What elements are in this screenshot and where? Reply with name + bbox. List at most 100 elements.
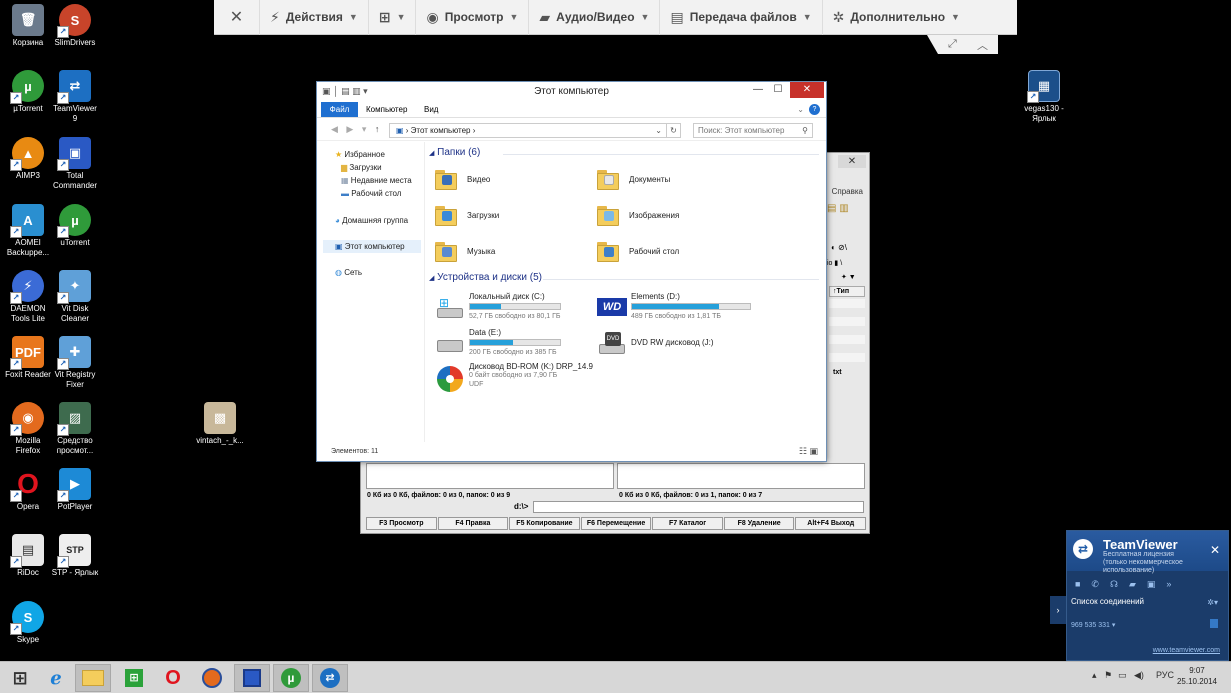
start-button[interactable]: ⊞ xyxy=(2,664,38,692)
volume-icon[interactable]: ◀) xyxy=(1134,670,1144,681)
nav-desktop[interactable]: ▬ Рабочий стол xyxy=(341,189,401,198)
extra-menu[interactable]: ✲ Дополнительно ▼ xyxy=(823,0,970,35)
drive-j[interactable]: DVD DVD RW дисковод (J:) xyxy=(597,328,777,360)
tc-column-type[interactable]: ↑Тип xyxy=(829,286,865,297)
desktop-icon-vintach[interactable]: ▩ vintach_-_k... xyxy=(192,402,248,446)
tray-overflow-icon[interactable]: ▴ xyxy=(1092,670,1097,681)
desktop-icon-vit-registry-fixer[interactable]: ✚ Vit Registry Fixer xyxy=(47,336,103,390)
tab-computer[interactable]: Компьютер xyxy=(366,102,407,117)
desktop-icon-teamviewer[interactable]: ⇄ TeamViewer 9 xyxy=(47,70,103,124)
taskbar-ie[interactable]: ℯ xyxy=(38,664,74,692)
desktop-icon-vit-disk-cleaner[interactable]: ✦ Vit Disk Cleaner xyxy=(47,270,103,324)
nav-homegroup[interactable]: ◕ Домашняя группа xyxy=(335,216,408,225)
photo-viewer-icon: ▨ xyxy=(57,402,91,436)
taskbar-total-commander[interactable] xyxy=(234,664,270,692)
close-session-button[interactable]: ✕ xyxy=(214,0,260,35)
desktop-icon-photo-viewer[interactable]: ▨ Средство просмот... xyxy=(47,402,103,456)
drive-e[interactable]: Data (E:) 200 ГБ свободно из 385 ГБ xyxy=(435,328,595,360)
tc-toolbar-icons[interactable]: ▤ ▥ xyxy=(827,203,849,214)
drive-k[interactable]: Дисковод BD-ROM (K:) DRP_14.9 0 байт сво… xyxy=(435,362,635,398)
tc-right-pane[interactable] xyxy=(617,463,865,489)
folders-group-header[interactable]: ◢ Папки (6) xyxy=(429,147,480,158)
tc-f7-button[interactable]: F7 Каталог xyxy=(652,517,723,530)
folder-video[interactable]: Видео xyxy=(435,164,490,194)
taskbar-opera[interactable]: O xyxy=(155,664,191,692)
folder-downloads[interactable]: Загрузки xyxy=(435,200,499,230)
folder-desktop[interactable]: Рабочий стол xyxy=(597,236,679,266)
flag-icon[interactable]: ⚑ xyxy=(1104,670,1112,681)
session-action-button[interactable] xyxy=(1210,619,1218,628)
tc-command-input[interactable] xyxy=(533,501,864,513)
chevron-down-icon[interactable]: ⌄ xyxy=(655,124,662,137)
teamviewer-close-icon[interactable]: ✕ xyxy=(1210,543,1220,557)
tc-f8-button[interactable]: F8 Удаление xyxy=(723,517,795,530)
view-menu[interactable]: ◉ Просмотр ▼ xyxy=(416,0,530,35)
computer-icon: ▣ xyxy=(335,242,343,251)
help-icon[interactable]: ? xyxy=(809,104,820,115)
tc-drive-buttons[interactable]: ◐ ⊘\ xyxy=(831,243,847,252)
audio-video-menu[interactable]: ▰ Аудио/Видео ▼ xyxy=(529,0,661,35)
tc-menu-help[interactable]: Справка xyxy=(832,187,863,196)
explorer-window[interactable]: Этот компьютер ▣ │ ▤ ▥ ▾ — ☐ ✕ Файл Комп… xyxy=(316,81,827,462)
devices-group-header[interactable]: ◢ Устройства и диски (5) xyxy=(429,272,542,283)
back-forward-buttons[interactable]: ◀ ▶ ▾ ↑ xyxy=(331,124,382,135)
drive-c[interactable]: ⊞ Локальный диск (C:) 52,7 ГБ свободно и… xyxy=(435,292,595,324)
taskbar-utorrent[interactable]: µ xyxy=(273,664,309,692)
desktop-icon-potplayer[interactable]: ▶ PotPlayer xyxy=(47,468,103,512)
taskbar-teamviewer[interactable]: ⇄ xyxy=(312,664,348,692)
nav-network[interactable]: ◍ Сеть xyxy=(335,268,362,277)
address-bar[interactable]: ▣ › Этот компьютер › ⌄ xyxy=(389,123,667,138)
folder-pictures[interactable]: Изображения xyxy=(597,200,679,230)
desktop-icon-skype[interactable]: S Skype xyxy=(0,601,56,645)
tc-sort-buttons[interactable]: ✦ ▼ xyxy=(841,273,856,281)
taskbar-store[interactable]: ⊞ xyxy=(116,664,152,692)
chevron-down-icon[interactable]: ⌄ xyxy=(797,102,804,117)
tab-view[interactable]: Вид xyxy=(424,102,438,117)
desktop-icon-total-commander[interactable]: ▣ Total Commander xyxy=(47,137,103,191)
tc-path-label: іо ▮ \ xyxy=(827,260,843,267)
tc-close-button[interactable]: ✕ xyxy=(838,155,866,168)
group-divider xyxy=(543,279,819,280)
refresh-icon[interactable]: ↻ xyxy=(667,123,681,138)
desktop-icon-vegas[interactable]: ▦ vegas130 - Ярлык xyxy=(1016,70,1072,124)
tab-file[interactable]: Файл xyxy=(321,102,358,117)
view-mode-buttons[interactable]: ☷ ▣ xyxy=(799,446,818,457)
close-button[interactable]: ✕ xyxy=(790,82,824,98)
battery-icon[interactable]: ▭ xyxy=(1118,670,1127,681)
tc-exit-button[interactable]: Alt+F4 Выход xyxy=(795,517,867,530)
nav-favorites[interactable]: ★ Избранное xyxy=(335,150,385,159)
tc-f6-button[interactable]: F6 Перемещение xyxy=(580,517,652,530)
daemon-tools-icon: ⚡ xyxy=(10,270,44,304)
collapse-up-icon[interactable]: ︿ xyxy=(977,37,988,53)
nav-downloads[interactable]: ▆ Загрузки xyxy=(341,163,382,172)
taskbar-firefox[interactable] xyxy=(194,664,230,692)
desktop-icon-utorrent-2[interactable]: µ uTorrent xyxy=(47,204,103,248)
windows-menu[interactable]: ⊞ ▼ xyxy=(369,0,417,35)
actions-menu[interactable]: ⚡ Действия ▼ xyxy=(260,0,369,35)
tc-f4-button[interactable]: F4 Правка xyxy=(437,517,509,530)
desktop-icon-slimdrivers[interactable]: S SlimDrivers xyxy=(47,4,103,48)
nav-this-pc[interactable]: ▣ Этот компьютер xyxy=(323,240,421,253)
language-indicator[interactable]: РУС xyxy=(1156,670,1174,680)
driverpack-disc-icon xyxy=(435,364,465,394)
folder-documents[interactable]: Документы xyxy=(597,164,670,194)
drive-d[interactable]: WD Elements (D:) 489 ГБ свободно из 1,81… xyxy=(597,292,777,324)
tc-f3-button[interactable]: F3 Просмотр xyxy=(366,517,437,530)
file-transfer-menu[interactable]: ▤ Передача файлов ▼ xyxy=(660,0,823,35)
maximize-button[interactable]: ☐ xyxy=(768,82,788,98)
minimize-button[interactable]: — xyxy=(748,82,768,98)
search-input[interactable]: Поиск: Этот компьютер ⚲ xyxy=(693,123,813,138)
desktop-icon-stp[interactable]: STP STP - Ярлык xyxy=(47,534,103,578)
gear-icon[interactable]: ✲▾ xyxy=(1207,598,1218,607)
nav-recent[interactable]: ▦ Недавние места xyxy=(341,176,412,185)
quick-access-toolbar[interactable]: ▣ │ ▤ ▥ ▾ xyxy=(322,86,368,97)
teamviewer-site-link[interactable]: www.teamviewer.com xyxy=(1153,647,1220,654)
tc-left-pane[interactable] xyxy=(366,463,614,489)
teamviewer-panel-toggle[interactable]: › xyxy=(1050,596,1066,624)
teamviewer-action-icons[interactable]: ■✆☊▰▣» xyxy=(1075,579,1182,590)
folder-music[interactable]: Музыка xyxy=(435,236,495,266)
tc-f5-button[interactable]: F5 Копирование xyxy=(509,517,580,530)
clock[interactable]: 9:07 25.10.2014 xyxy=(1177,665,1217,687)
taskbar-explorer[interactable] xyxy=(75,664,111,692)
fullscreen-icon[interactable]: ⤢ xyxy=(948,38,957,51)
